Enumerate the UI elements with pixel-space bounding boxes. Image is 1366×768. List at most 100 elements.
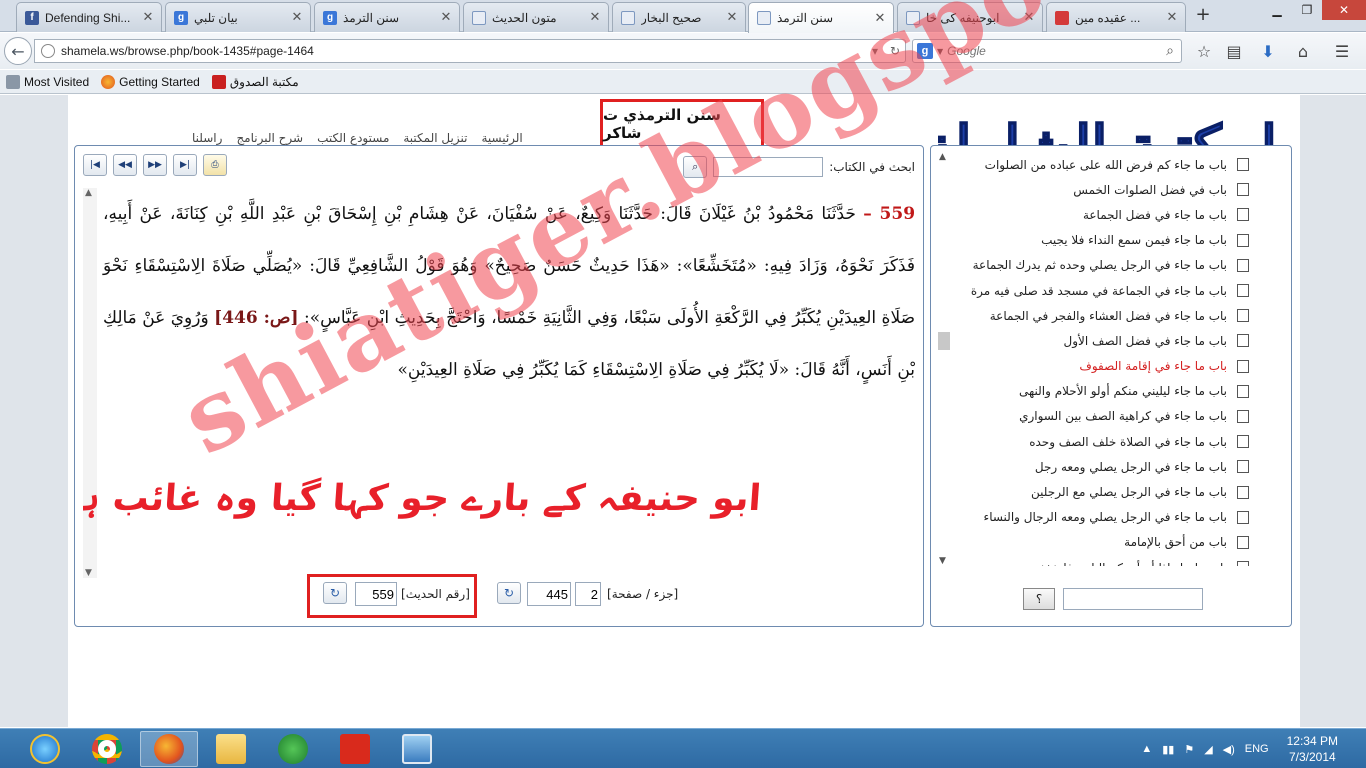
close-icon[interactable]: ✕ <box>873 11 887 26</box>
bookmark-getting-started[interactable]: Getting Started <box>101 74 200 89</box>
close-icon[interactable]: ✕ <box>439 10 453 25</box>
tab-1[interactable]: g بيان تلبي ✕ <box>165 2 311 32</box>
toc-item[interactable]: باب ما جاء فيمن سمع النداء فلا يجيب <box>941 228 1251 253</box>
minimize-icon[interactable]: ▁ <box>1262 0 1292 20</box>
bookmark-star-icon[interactable]: ☆ <box>1192 40 1216 62</box>
signal-icon[interactable]: ◢ <box>1204 743 1212 756</box>
page-input[interactable] <box>527 582 571 606</box>
show-hidden-icons-icon[interactable]: ▲ <box>1141 743 1152 755</box>
scroll-thumb[interactable] <box>938 332 950 350</box>
volume-icon[interactable]: ◀) <box>1223 743 1235 756</box>
page-icon <box>1237 158 1249 172</box>
tab-6[interactable]: ابوحنیفه کی خا ✕ <box>897 2 1043 32</box>
bookmark-label: مكتبة الصدوق <box>229 74 299 89</box>
download-icon[interactable]: ⬇ <box>1256 40 1280 62</box>
tab-0[interactable]: f Defending Shi... ✕ <box>16 2 162 32</box>
close-icon[interactable]: ✕ <box>725 10 739 25</box>
toc-item[interactable]: باب ما جاء في كراهية الصف بين السواري <box>941 404 1251 429</box>
toc-item[interactable]: باب ما جاء في الجماعة في مسجد قد صلى فيه… <box>941 278 1251 303</box>
next-page-button[interactable]: ▶▶ <box>143 154 167 176</box>
chevron-down-icon[interactable]: ▼ <box>937 47 943 56</box>
new-tab-button[interactable]: + <box>1190 6 1216 26</box>
toc-item[interactable]: باب ما جاء إذا أم أحدكم الناس فليخفف <box>941 555 1251 566</box>
toc-item[interactable]: باب ما جاء في فضل الجماعة <box>941 202 1251 227</box>
search-icon[interactable]: ⌕ <box>1159 43 1181 59</box>
taskbar-acrobat[interactable] <box>326 731 384 767</box>
book-search-button[interactable]: ⌕ <box>683 156 708 178</box>
toc-search-input[interactable] <box>1063 588 1203 610</box>
hadith-number-input[interactable] <box>355 582 397 606</box>
toc-item[interactable]: باب ما جاء في الرجل يصلي مع الرجلين <box>941 479 1251 504</box>
menu-icon[interactable]: ☰ <box>1330 40 1354 62</box>
first-page-button[interactable]: |◀ <box>83 154 107 176</box>
acrobat-icon <box>340 734 370 764</box>
url-input[interactable] <box>61 44 865 58</box>
toc-item[interactable]: باب ما جاء في إقامة الصفوف <box>941 354 1251 379</box>
tab-3[interactable]: متون الحديث ✕ <box>463 2 609 32</box>
go-page-button[interactable]: ↻ <box>497 582 521 604</box>
print-button[interactable]: ⎙ <box>203 154 227 176</box>
menu-books-repository[interactable]: مستودع الكتب <box>317 131 389 145</box>
toc-item[interactable]: باب ما جاء في فضل الصف الأول <box>941 328 1251 353</box>
bookmarks-menu-icon[interactable]: ▤ <box>1222 40 1246 62</box>
flag-icon[interactable]: ⚑ <box>1184 743 1194 756</box>
bookmark-most-visited[interactable]: Most Visited <box>6 74 89 89</box>
home-icon[interactable]: ⌂ <box>1291 40 1315 62</box>
toc-scrollbar[interactable]: ▲ ▼ <box>937 152 951 566</box>
toc-item[interactable]: باب ما جاء ليليني منكم أولو الأحلام والن… <box>941 379 1251 404</box>
menu-contact[interactable]: راسلنا <box>192 131 222 145</box>
scroll-down-icon[interactable]: ▼ <box>85 568 92 578</box>
last-page-button[interactable]: ▶| <box>173 154 197 176</box>
taskbar-internet-explorer[interactable] <box>16 731 74 767</box>
tab-4[interactable]: صحيح البخار ✕ <box>612 2 746 32</box>
toc-item[interactable]: باب ما جاء في الرجل يصلي وحده ثم يدرك ال… <box>941 253 1251 278</box>
previous-page-button[interactable]: ◀◀ <box>113 154 137 176</box>
text-scrollbar[interactable]: ▲ ▼ <box>83 188 97 578</box>
search-bar[interactable]: g ▼ ⌕ <box>912 39 1182 63</box>
toc-item[interactable]: باب ما جاء في فضل العشاء والفجر في الجما… <box>941 303 1251 328</box>
bookmark-sadooq[interactable]: مكتبة الصدوق <box>211 74 299 89</box>
go-hadith-button[interactable]: ↻ <box>323 582 347 604</box>
close-icon[interactable]: ✕ <box>1022 10 1036 25</box>
toc-item-label: باب ما جاء ليليني منكم أولو الأحلام والن… <box>1018 384 1227 399</box>
network-icon[interactable]: ▮▮ <box>1162 743 1174 756</box>
taskbar-chrome[interactable] <box>78 731 136 767</box>
tab-7[interactable]: عقیده مین ... ✕ <box>1046 2 1186 32</box>
close-icon[interactable]: ✕ <box>1165 10 1179 25</box>
book-search: ابحث في الكتاب: ⌕ <box>683 156 915 178</box>
scroll-up-icon[interactable]: ▲ <box>939 152 946 162</box>
google-icon: g <box>174 10 188 25</box>
part-input[interactable] <box>575 582 601 606</box>
url-bar[interactable]: ▾ ↻ <box>34 39 906 63</box>
close-icon[interactable]: ✕ <box>290 10 304 25</box>
toc-item[interactable]: باب ما جاء في الصلاة خلف الصف وحده <box>941 429 1251 454</box>
taskbar-network-app[interactable] <box>264 731 322 767</box>
scroll-up-icon[interactable]: ▲ <box>85 188 92 198</box>
menu-program-guide[interactable]: شرح البرنامج <box>236 131 303 145</box>
taskbar-firefox[interactable] <box>140 731 198 767</box>
clock[interactable]: 12:34 PM 7/3/2014 <box>1287 733 1338 765</box>
menu-home[interactable]: الرئيسية <box>481 131 522 145</box>
back-button[interactable]: ← <box>4 37 32 65</box>
close-icon[interactable]: ✕ <box>141 10 155 25</box>
tab-2[interactable]: g سنن الترمذ ✕ <box>314 2 460 32</box>
toc-item[interactable]: باب ما جاء كم فرض الله على عباده من الصل… <box>941 152 1251 177</box>
book-search-input[interactable] <box>713 157 824 177</box>
search-input[interactable] <box>947 44 1159 58</box>
restore-icon[interactable]: ❐ <box>1292 0 1322 20</box>
toc-item[interactable]: باب من أحق بالإمامة <box>941 530 1251 555</box>
dropdown-icon[interactable]: ▾ <box>865 44 885 58</box>
language-indicator[interactable]: ENG <box>1245 743 1269 755</box>
toc-item[interactable]: باب في فضل الصلوات الخمس <box>941 177 1251 202</box>
scroll-down-icon[interactable]: ▼ <box>939 556 946 566</box>
menu-download[interactable]: تنزيل المكتبة <box>403 131 467 145</box>
close-icon[interactable]: ✕ <box>588 10 602 25</box>
taskbar-file-explorer[interactable] <box>202 731 260 767</box>
toc-item[interactable]: باب ما جاء في الرجل يصلي ومعه الرجال وال… <box>941 505 1251 530</box>
reload-icon[interactable]: ↻ <box>885 44 905 58</box>
toc-item[interactable]: باب ما جاء في الرجل يصلي ومعه رجل <box>941 454 1251 479</box>
toc-search-button[interactable]: ؟ <box>1023 588 1055 610</box>
close-window-icon[interactable]: ✕ <box>1322 0 1366 20</box>
taskbar-image-viewer[interactable] <box>388 731 446 767</box>
tab-5-active[interactable]: سنن الترمذ ✕ <box>748 2 894 33</box>
